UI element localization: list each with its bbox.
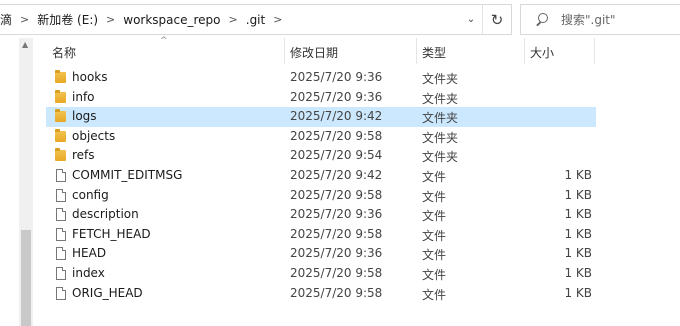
file-date: 2025/7/20 9:42 [290,168,383,182]
file-row-objects[interactable]: objects 2025/7/20 9:58 文件夹 [46,127,596,147]
file-size: 1 KB [564,207,592,222]
sort-up-icon: ^ [160,36,168,46]
file-type: 文件 [422,228,447,243]
column-divider[interactable] [416,38,417,64]
file-name: logs [72,109,97,124]
file-row-index[interactable]: index 2025/7/20 9:58 文件 1 KB [46,264,596,284]
folder-icon [55,70,66,83]
file-row-info[interactable]: info 2025/7/20 9:36 文件夹 [46,88,596,108]
search-placeholder: 搜索".git" [561,13,616,27]
file-date: 2025/7/20 9:58 [290,187,383,202]
file-name: description [72,207,139,222]
file-date: 2025/7/20 9:54 [290,148,383,163]
chevron-right-icon[interactable]: > [106,13,115,26]
file-name: config [72,187,109,202]
file-date: 2025/7/20 9:36 [290,89,383,104]
file-size: 1 KB [564,246,592,261]
file-date: 2025/7/20 9:58 [290,266,383,280]
chevron-right-icon[interactable]: > [20,13,29,26]
address-bar[interactable]: 滴 > 新加卷 (E:) > workspace_repo > .git > ⌄… [0,4,512,35]
file-name: ORIG_HEAD [72,285,143,300]
file-name: index [72,266,105,280]
file-name: info [72,89,95,104]
breadcrumb: 滴 > 新加卷 (E:) > workspace_repo > .git > [0,5,290,34]
refresh-icon[interactable]: ↻ [482,5,511,34]
file-type: 文件夹 [422,150,459,165]
breadcrumb-item[interactable]: workspace_repo [123,13,220,27]
file-type: 文件 [422,189,447,204]
folder-icon [55,109,66,123]
column-type[interactable]: 类型 [422,44,446,61]
column-name[interactable]: 名称 [52,44,76,61]
file-size: 1 KB [564,187,592,202]
file-type: 文件 [422,268,447,282]
search-input[interactable]: 搜索".git" [520,4,680,35]
file-name: FETCH_HEAD [72,226,151,241]
file-icon [56,169,66,182]
file-row-hooks[interactable]: hooks 2025/7/20 9:36 文件夹 [46,68,596,88]
file-row-orig-head[interactable]: ORIG_HEAD 2025/7/20 9:58 文件 1 KB [46,284,596,304]
file-row-head[interactable]: HEAD 2025/7/20 9:36 文件 1 KB [46,244,596,264]
file-size: 1 KB [564,285,592,300]
file-type: 文件 [422,209,447,224]
breadcrumb-item[interactable]: 新加卷 (E:) [37,11,98,28]
vertical-scrollbar[interactable]: ▲ [19,38,33,326]
file-date: 2025/7/20 9:36 [290,207,383,222]
column-divider[interactable] [284,38,285,64]
scroll-up-icon[interactable]: ▲ [22,40,28,49]
file-date: 2025/7/20 9:58 [290,226,383,241]
file-type: 文件夹 [422,111,459,126]
file-size: 1 KB [564,266,592,280]
file-row-fetch-head[interactable]: FETCH_HEAD 2025/7/20 9:58 文件 1 KB [46,225,596,245]
file-icon [56,286,66,300]
file-name: COMMIT_EDITMSG [72,168,183,182]
folder-icon [55,89,66,103]
column-header: ^ 名称 修改日期 类型 大小 [34,36,680,64]
column-size[interactable]: 大小 [530,44,554,61]
file-icon [56,267,66,280]
file-name: HEAD [72,246,107,261]
chevron-right-icon[interactable]: > [229,13,238,26]
chevron-right-icon[interactable]: > [273,13,282,26]
file-type: 文件夹 [422,91,459,106]
file-date: 2025/7/20 9:58 [290,285,383,300]
file-type: 文件夹 [422,72,459,86]
file-size: 1 KB [564,226,592,241]
breadcrumb-item[interactable]: .git [246,13,265,27]
file-date: 2025/7/20 9:42 [290,109,383,124]
file-date: 2025/7/20 9:36 [290,70,383,84]
file-icon [56,227,66,241]
file-row-description[interactable]: description 2025/7/20 9:36 文件 1 KB [46,205,596,225]
file-icon [56,188,66,202]
file-size: 1 KB [564,168,592,182]
file-row-commit-editmsg[interactable]: COMMIT_EDITMSG 2025/7/20 9:42 文件 1 KB [46,166,596,186]
file-row-refs[interactable]: refs 2025/7/20 9:54 文件夹 [46,146,596,166]
chevron-down-icon[interactable]: ⌄ [460,5,482,34]
file-date: 2025/7/20 9:58 [290,128,383,143]
column-date[interactable]: 修改日期 [290,44,338,61]
file-type: 文件 [422,287,447,302]
file-name: objects [72,128,116,143]
file-type: 文件夹 [422,130,459,145]
file-name: refs [72,148,95,163]
breadcrumb-item[interactable]: 滴 [0,11,12,28]
scrollbar-thumb[interactable] [21,230,31,326]
file-row-logs[interactable]: logs 2025/7/20 9:42 文件夹 [46,107,596,127]
file-row-config[interactable]: config 2025/7/20 9:58 文件 1 KB [46,186,596,206]
file-icon [56,208,66,222]
file-icon [56,247,66,261]
file-type: 文件 [422,248,447,263]
file-name: hooks [72,70,108,84]
column-divider[interactable] [524,38,525,64]
file-type: 文件 [422,170,447,184]
search-icon [535,12,549,27]
folder-icon [55,148,66,162]
folder-icon [55,128,66,142]
file-date: 2025/7/20 9:36 [290,246,383,261]
column-divider[interactable] [594,38,595,64]
